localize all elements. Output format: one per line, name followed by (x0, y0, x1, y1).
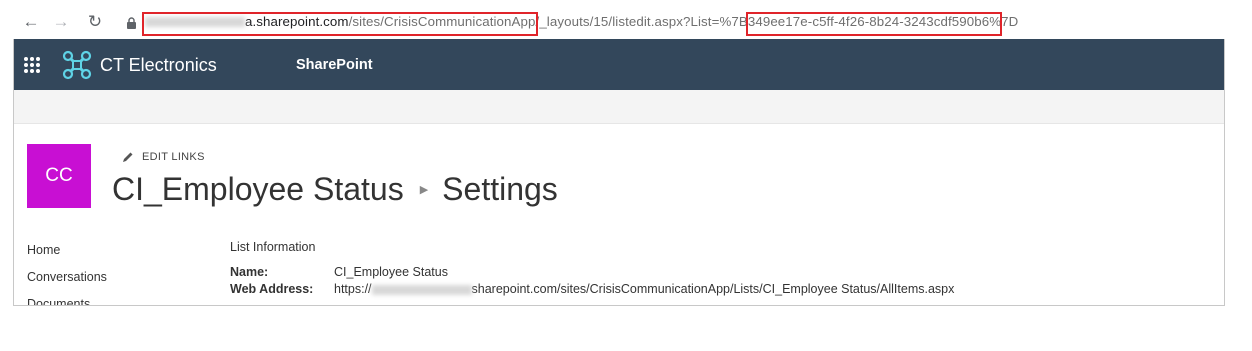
breadcrumb-page-name: Settings (442, 171, 558, 207)
page-title: CI_Employee Status ▶ Settings (112, 171, 558, 208)
url-layouts-path: _layouts/15/listedit.aspx?List=%7B (539, 14, 748, 29)
list-guid-highlight-box (746, 12, 1002, 36)
site-url-highlight-box (142, 12, 538, 36)
suite-bar: CT Electronics SharePoint (14, 39, 1224, 90)
sharepoint-app-title[interactable]: SharePoint (296, 57, 373, 73)
ribbon-bar (14, 90, 1224, 124)
lock-icon (127, 17, 136, 29)
web-address-row: Web Address: https:// sharepoint.com/site… (230, 281, 954, 298)
list-information-section: List Information Name: CI_Employee Statu… (230, 240, 954, 298)
quick-launch-nav: Home Conversations Documents (27, 242, 107, 305)
app-launcher-icon[interactable] (24, 57, 40, 73)
nav-item-home[interactable]: Home (27, 242, 107, 269)
list-name-row: Name: CI_Employee Status (230, 264, 954, 281)
name-label: Name: (230, 265, 269, 279)
forward-arrow-icon[interactable]: → (49, 10, 73, 34)
back-arrow-icon[interactable]: ← (19, 10, 43, 34)
breadcrumb-list-name[interactable]: CI_Employee Status (112, 171, 404, 208)
web-address-label: Web Address: (230, 282, 314, 296)
site-logo[interactable]: CC (27, 144, 91, 208)
ct-electronics-logo-icon (62, 50, 92, 80)
name-value: CI_Employee Status (334, 265, 448, 279)
blurred-tenant (371, 284, 472, 295)
web-address-prefix: https:// (334, 282, 372, 296)
edit-links-label: EDIT LINKS (142, 151, 205, 163)
nav-item-conversations[interactable]: Conversations (27, 269, 107, 296)
web-address-value[interactable]: https:// sharepoint.com/sites/CrisisCommu… (334, 281, 954, 298)
reload-icon[interactable]: ↻ (83, 10, 107, 34)
brand-name[interactable]: CT Electronics (100, 55, 217, 76)
list-information-heading: List Information (230, 240, 316, 254)
web-address-suffix: sharepoint.com/sites/CrisisCommunication… (471, 282, 955, 296)
pencil-icon (123, 152, 133, 162)
breadcrumb-separator-icon: ▶ (419, 184, 429, 196)
nav-item-documents[interactable]: Documents (27, 296, 107, 305)
sharepoint-page: CT Electronics SharePoint CC EDIT LINKS … (13, 39, 1225, 306)
edit-links-button[interactable]: EDIT LINKS (122, 151, 205, 163)
